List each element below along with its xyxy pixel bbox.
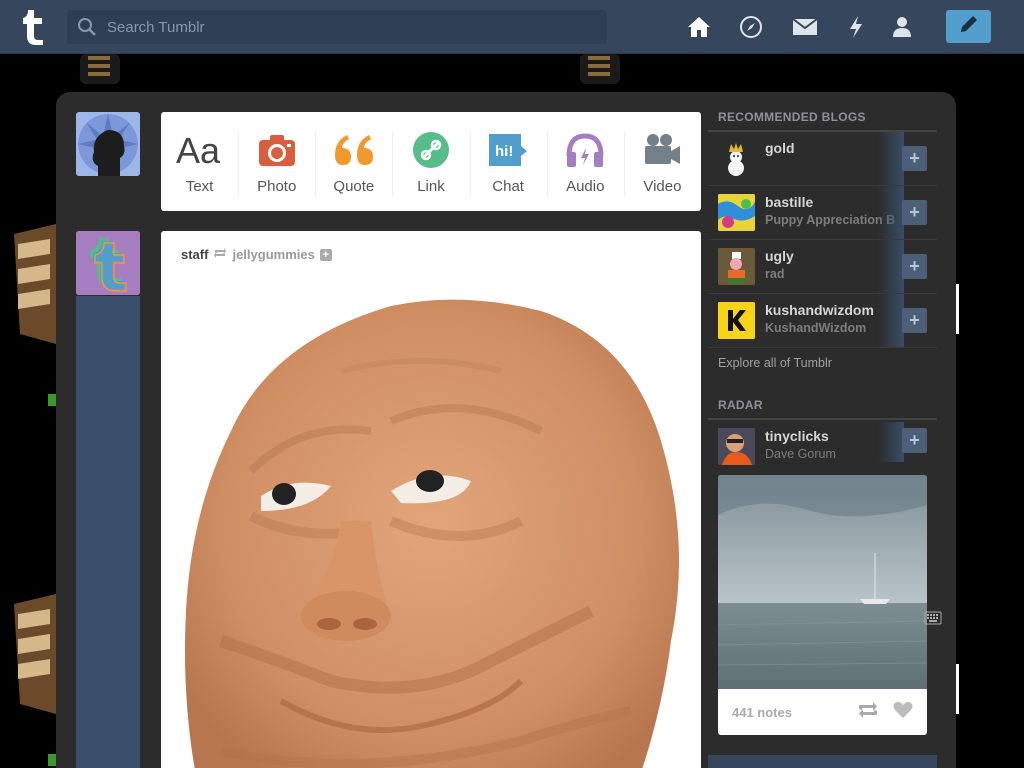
home-icon[interactable] xyxy=(685,13,713,41)
recommended-blog-item[interactable]: gold + xyxy=(708,132,937,186)
post-type-label: Chat xyxy=(492,178,524,195)
plus-icon: + xyxy=(909,430,920,450)
blog-avatar xyxy=(718,248,755,285)
post-type-photo-button[interactable]: Photo xyxy=(238,112,315,211)
blog-subtitle: Puppy Appreciation Blog xyxy=(765,213,895,227)
notes-count[interactable]: 441 notes xyxy=(732,705,857,720)
blog-name: tinyclicks xyxy=(765,428,829,444)
radar-post-footer: 441 notes xyxy=(718,689,927,735)
fade-overlay xyxy=(878,422,904,462)
post-header: staff jellygummies + xyxy=(181,247,332,262)
pencil-icon xyxy=(958,13,980,40)
blog-name: kushandwizdom xyxy=(765,302,874,318)
blog-avatar xyxy=(718,194,755,231)
follow-button[interactable]: + xyxy=(902,200,927,225)
post-type-text-button[interactable]: Aa Text xyxy=(161,112,238,211)
reblog-icon xyxy=(213,247,227,262)
blog-avatar xyxy=(718,428,755,465)
reblogged-from-link[interactable]: jellygummies xyxy=(232,247,314,262)
video-camera-icon xyxy=(642,130,682,170)
svg-text:Aa: Aa xyxy=(176,130,221,170)
tumblr-logo-icon[interactable] xyxy=(14,6,52,48)
right-sidebar: RECOMMENDED BLOGS gold + bastille Puppy … xyxy=(708,106,937,735)
post-type-bar: Aa Text Photo Quote Link hi! Chat Audio xyxy=(161,112,701,211)
reblog-icon[interactable] xyxy=(857,701,879,724)
blog-avatar xyxy=(718,140,755,177)
explore-link[interactable]: Explore all of Tumblr xyxy=(708,348,937,386)
post-type-label: Photo xyxy=(257,178,297,195)
post-author-link[interactable]: staff xyxy=(181,247,208,262)
compass-icon[interactable] xyxy=(737,13,765,41)
blog-name: ugly xyxy=(765,248,794,264)
blog-name: gold xyxy=(765,140,795,156)
follow-plus-icon[interactable]: + xyxy=(319,248,332,261)
chat-icon: hi! xyxy=(487,130,529,170)
recommended-blog-item[interactable]: ugly rad + xyxy=(708,240,937,294)
lightning-icon[interactable] xyxy=(842,13,870,41)
radar-post-card: 441 notes xyxy=(718,475,927,735)
plus-icon: + xyxy=(909,148,920,168)
recommended-blog-item[interactable]: kushandwizdom KushandWizdom + xyxy=(708,294,937,348)
search-icon xyxy=(67,10,107,44)
headphones-icon xyxy=(565,130,605,170)
radar-photo-sea[interactable] xyxy=(718,475,927,689)
svg-text:hi!: hi! xyxy=(495,143,513,160)
post-type-label: Video xyxy=(643,178,682,195)
envelope-icon[interactable] xyxy=(791,13,819,41)
fade-overlay xyxy=(878,294,904,347)
fade-overlay xyxy=(878,186,904,239)
fade-overlay xyxy=(878,132,904,185)
user-avatar[interactable] xyxy=(76,112,140,176)
camera-icon xyxy=(258,130,296,170)
post-type-quote-button[interactable]: Quote xyxy=(315,112,392,211)
follow-button[interactable]: + xyxy=(902,428,927,453)
recommended-blogs-title: RECOMMENDED BLOGS xyxy=(708,106,937,132)
radar-blog-item[interactable]: tinyclicks Dave Gorum + xyxy=(708,420,937,476)
recommended-blog-item[interactable]: bastille Puppy Appreciation Blog + xyxy=(708,186,937,240)
blog-subtitle: Dave Gorum xyxy=(765,447,836,461)
post-type-video-button[interactable]: Video xyxy=(623,112,701,211)
post-type-audio-button[interactable]: Audio xyxy=(546,112,624,211)
follow-button[interactable]: + xyxy=(902,146,927,171)
quote-icon xyxy=(333,130,375,170)
post-type-label: Text xyxy=(185,178,214,195)
plus-icon: + xyxy=(909,202,920,222)
search-input[interactable] xyxy=(107,10,587,44)
link-icon xyxy=(412,130,450,170)
search-bar[interactable] xyxy=(67,10,607,44)
radar-title: RADAR xyxy=(708,394,937,420)
person-icon[interactable] xyxy=(888,13,916,41)
blog-subtitle: rad xyxy=(765,267,785,281)
post-author-avatar[interactable] xyxy=(76,231,140,295)
post-author-column xyxy=(76,296,140,768)
top-navigation-bar xyxy=(0,0,1024,54)
plus-icon: + xyxy=(909,310,920,330)
blog-name: bastille xyxy=(765,194,814,210)
follow-button[interactable]: + xyxy=(902,254,927,279)
post-type-link-button[interactable]: Link xyxy=(392,112,469,211)
blog-subtitle: KushandWizdom xyxy=(765,321,867,335)
post-type-label: Audio xyxy=(566,178,605,195)
post-type-label: Link xyxy=(417,178,445,195)
blog-avatar xyxy=(718,302,755,339)
post-type-label: Quote xyxy=(333,178,375,195)
heart-icon[interactable] xyxy=(893,701,913,724)
compose-button[interactable] xyxy=(946,10,991,43)
text-icon: Aa xyxy=(176,130,224,170)
fade-overlay xyxy=(878,240,904,293)
keyboard-icon[interactable] xyxy=(924,611,942,630)
post-image-face[interactable] xyxy=(161,281,701,768)
sidebar-bottom-strip xyxy=(708,755,937,768)
post-type-chat-button[interactable]: hi! Chat xyxy=(469,112,547,211)
plus-icon: + xyxy=(909,256,920,276)
follow-button[interactable]: + xyxy=(902,308,927,333)
dashboard-post: staff jellygummies + xyxy=(161,231,701,768)
